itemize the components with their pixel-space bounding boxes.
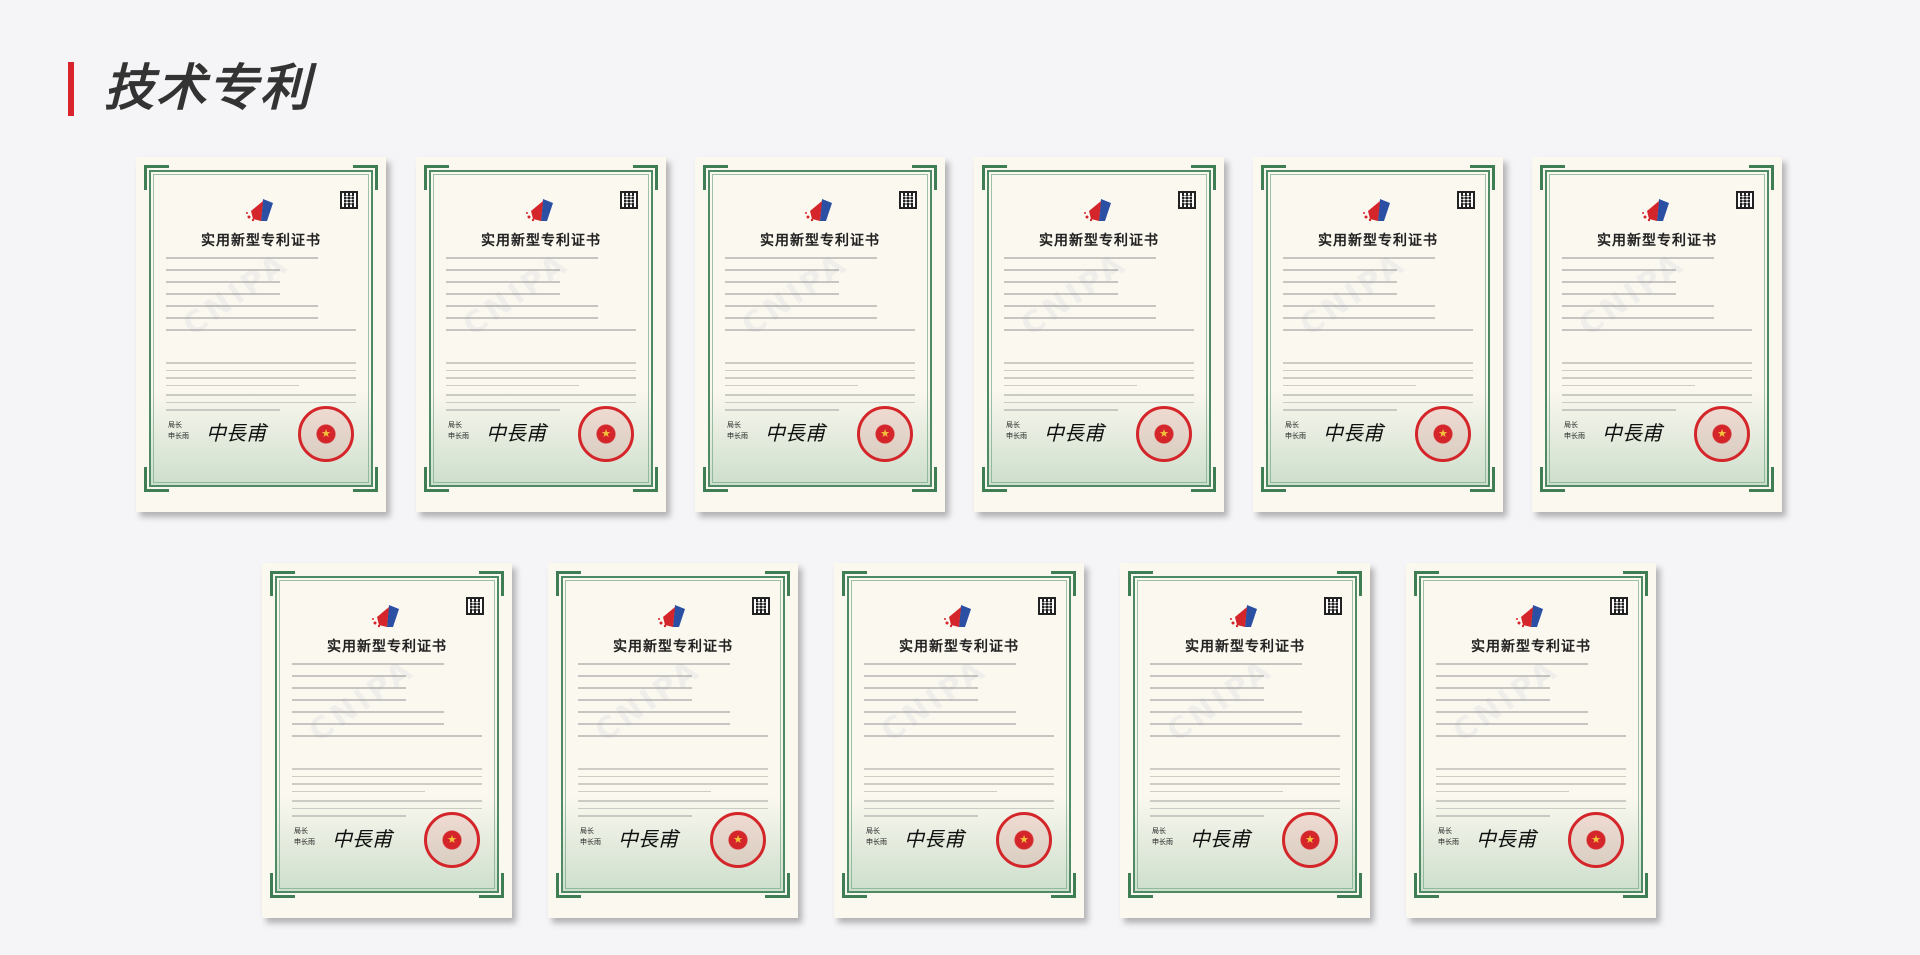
qr-code-icon (1736, 191, 1754, 209)
cnipa-logo-icon (1516, 605, 1543, 628)
qr-code-icon (752, 597, 770, 615)
signer-label: 局长 申长雨 (727, 421, 748, 440)
patent-certificate: CNIPA 实用新型专利证书 局长申长雨 中長甫 (262, 563, 512, 918)
signer-label: 局长 申长雨 (294, 827, 315, 846)
certificate-title: 实用新型专利证书 (899, 639, 1019, 655)
certificate-fields (292, 663, 482, 747)
signature: 中長甫 (1044, 421, 1104, 445)
certificate-fields (1150, 663, 1340, 747)
certificate-fields (864, 663, 1054, 747)
cnipa-logo-icon (944, 605, 971, 628)
qr-code-icon (1038, 597, 1056, 615)
patent-certificate: CNIPA 实用新型专利证书 局长申长雨 中長甫 (136, 157, 386, 512)
signature: 中長甫 (1190, 827, 1250, 851)
page-title: 技术专利 (104, 59, 312, 117)
certificate-title: 实用新型专利证书 (1318, 233, 1438, 249)
certificate-fields (446, 257, 636, 341)
certificate-fields (166, 257, 356, 341)
certificate-title: 实用新型专利证书 (760, 233, 880, 249)
qr-code-icon (1457, 191, 1475, 209)
signer-label: 局长 申长雨 (1564, 421, 1585, 440)
official-seal-icon (424, 812, 480, 868)
patent-certificate: CNIPA 实用新型专利证书 局长申长雨 中長甫 (416, 157, 666, 512)
certificate-fields (1283, 257, 1473, 341)
signer-label: 局长 申长雨 (1152, 827, 1173, 846)
cnipa-logo-icon (246, 199, 273, 222)
certificate-fields (1562, 257, 1752, 341)
signer-label: 局长 申长雨 (1438, 827, 1459, 846)
signer-label: 局长 申长雨 (866, 827, 887, 846)
cnipa-logo-icon (658, 605, 685, 628)
certificate-fields (1436, 663, 1626, 747)
certificate-title: 实用新型专利证书 (327, 639, 447, 655)
signature: 中長甫 (765, 421, 825, 445)
official-seal-icon (857, 406, 913, 462)
official-seal-icon (710, 812, 766, 868)
official-seal-icon (1136, 406, 1192, 462)
certificate-title: 实用新型专利证书 (1471, 639, 1591, 655)
official-seal-icon (578, 406, 634, 462)
certificate-title: 实用新型专利证书 (613, 639, 733, 655)
signature: 中長甫 (618, 827, 678, 851)
official-seal-icon (1568, 812, 1624, 868)
qr-code-icon (1324, 597, 1342, 615)
certificate-title: 实用新型专利证书 (1185, 639, 1305, 655)
cnipa-logo-icon (1642, 199, 1669, 222)
patent-certificate: CNIPA 实用新型专利证书 局长申长雨 中長甫 (974, 157, 1224, 512)
cnipa-logo-icon (805, 199, 832, 222)
cnipa-logo-icon (1230, 605, 1257, 628)
patent-certificate: CNIPA 实用新型专利证书 局长申长雨 中長甫 (1532, 157, 1782, 512)
signer-label: 局长 申长雨 (448, 421, 469, 440)
signer-label: 局长 申长雨 (1006, 421, 1027, 440)
patent-certificate: CNIPA 实用新型专利证书 局长申长雨 中長甫 (1120, 563, 1370, 918)
official-seal-icon (1415, 406, 1471, 462)
certificate-fields (725, 257, 915, 341)
cnipa-logo-icon (372, 605, 399, 628)
official-seal-icon (1694, 406, 1750, 462)
certificate-title: 实用新型专利证书 (1039, 233, 1159, 249)
signature: 中長甫 (486, 421, 546, 445)
title-accent-bar (68, 62, 74, 116)
signer-label: 局长 申长雨 (580, 827, 601, 846)
official-seal-icon (1282, 812, 1338, 868)
patent-certificate: CNIPA 实用新型专利证书 局长申长雨 中長甫 (548, 563, 798, 918)
signature: 中長甫 (1476, 827, 1536, 851)
certificate-fields (1004, 257, 1194, 341)
signature: 中長甫 (1323, 421, 1383, 445)
signature: 中長甫 (332, 827, 392, 851)
official-seal-icon (298, 406, 354, 462)
qr-code-icon (1610, 597, 1628, 615)
cnipa-logo-icon (1363, 199, 1390, 222)
qr-code-icon (1178, 191, 1196, 209)
signature: 中長甫 (206, 421, 266, 445)
certificate-title: 实用新型专利证书 (1597, 233, 1717, 249)
signer-label: 局长 申长雨 (168, 421, 189, 440)
patent-certificate: CNIPA 实用新型专利证书 局长申长雨 中長甫 (1253, 157, 1503, 512)
certificate-title: 实用新型专利证书 (201, 233, 321, 249)
qr-code-icon (466, 597, 484, 615)
signature: 中長甫 (1602, 421, 1662, 445)
patent-certificate: CNIPA 实用新型专利证书 局长申长雨 中長甫 (695, 157, 945, 512)
signature: 中長甫 (904, 827, 964, 851)
cnipa-logo-icon (526, 199, 553, 222)
qr-code-icon (340, 191, 358, 209)
patent-certificate: CNIPA 实用新型专利证书 局长申长雨 中長甫 (834, 563, 1084, 918)
qr-code-icon (620, 191, 638, 209)
cnipa-logo-icon (1084, 199, 1111, 222)
signer-label: 局长 申长雨 (1285, 421, 1306, 440)
official-seal-icon (996, 812, 1052, 868)
certificate-title: 实用新型专利证书 (481, 233, 601, 249)
patent-certificate: CNIPA 实用新型专利证书 局长申长雨 中長甫 (1406, 563, 1656, 918)
qr-code-icon (899, 191, 917, 209)
certificate-fields (578, 663, 768, 747)
